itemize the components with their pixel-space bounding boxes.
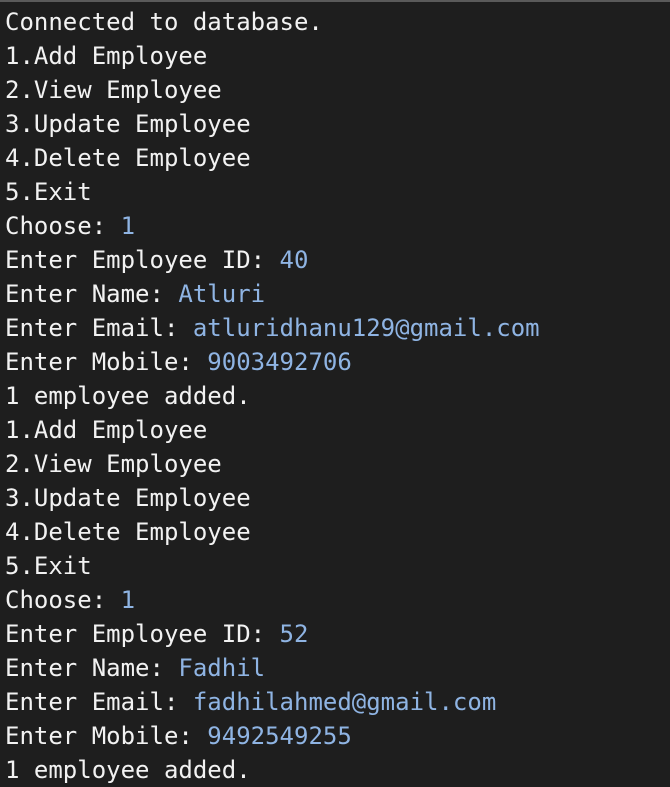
console-line: 5.Exit: [5, 175, 540, 209]
console-line: Enter Employee ID: 40: [5, 243, 540, 277]
output-text: 1 employee added.: [5, 756, 251, 784]
console-lines: Connected to database. 1.Add Employee 2.Vi…: [5, 5, 540, 787]
console-line: 5.Exit: [5, 549, 540, 583]
output-text: 5.Exit: [5, 552, 92, 580]
output-text: 2.View Employee: [5, 450, 222, 478]
output-text: Enter Name:: [5, 280, 179, 308]
output-text: 2.View Employee: [5, 76, 222, 104]
console-line: Choose: 1: [5, 583, 540, 617]
console-line: Choose: 1: [5, 209, 540, 243]
console-line: 1 employee added.: [5, 753, 540, 787]
console-line: 3.Update Employee: [5, 107, 540, 141]
console-line: Enter Name: Fadhil: [5, 651, 540, 685]
user-input-text: 1: [120, 586, 136, 614]
output-text: 5.Exit: [5, 178, 92, 206]
console-line: Enter Mobile: 9492549255: [5, 719, 540, 753]
output-text: 1.Add Employee: [5, 42, 208, 70]
console-line: 1.Add Employee: [5, 413, 540, 447]
output-text: 3.Update Employee: [5, 484, 251, 512]
user-input-text: 9492549255: [207, 722, 352, 750]
user-input-text: 1: [120, 212, 136, 240]
console-line: Enter Mobile: 9003492706: [5, 345, 540, 379]
console-line: 1 employee added.: [5, 379, 540, 413]
output-text: Enter Email:: [5, 314, 193, 342]
console-line: Enter Email: fadhilahmed@gmail.com: [5, 685, 540, 719]
console-line: Connected to database.: [5, 5, 540, 39]
console-line: 2.View Employee: [5, 73, 540, 107]
console-line: Enter Employee ID: 52: [5, 617, 540, 651]
output-text: Enter Name:: [5, 654, 179, 682]
output-text: Enter Mobile:: [5, 348, 208, 376]
output-text: Connected to database.: [5, 8, 323, 36]
terminal-output: Connected to database. 1.Add Employee 2.Vi…: [0, 0, 670, 784]
console-line: Enter Name: Atluri: [5, 277, 540, 311]
output-text: Choose:: [5, 212, 121, 240]
output-text: Enter Employee ID:: [5, 246, 280, 274]
output-text: Enter Mobile:: [5, 722, 208, 750]
user-input-text: Atluri: [178, 280, 266, 308]
user-input-text: 52: [279, 620, 309, 648]
console-line: 3.Update Employee: [5, 481, 540, 515]
output-text: 1.Add Employee: [5, 416, 208, 444]
console-line: Enter Email: atluridhanu129@gmail.com: [5, 311, 540, 345]
output-text: 1 employee added.: [5, 382, 251, 410]
output-text: Enter Email:: [5, 688, 193, 716]
output-text: 4.Delete Employee: [5, 144, 251, 172]
console-line: 4.Delete Employee: [5, 515, 540, 549]
output-text: Enter Employee ID:: [5, 620, 280, 648]
user-input-text: atluridhanu129@gmail.com: [192, 314, 540, 342]
user-input-text: Fadhil: [178, 654, 266, 682]
user-input-text: fadhilahmed@gmail.com: [192, 688, 497, 716]
user-input-text: 9003492706: [207, 348, 352, 376]
output-text: 3.Update Employee: [5, 110, 251, 138]
console-line: 4.Delete Employee: [5, 141, 540, 175]
output-text: Choose:: [5, 586, 121, 614]
console-line: 1.Add Employee: [5, 39, 540, 73]
console-line: 2.View Employee: [5, 447, 540, 481]
output-text: 4.Delete Employee: [5, 518, 251, 546]
user-input-text: 40: [279, 246, 309, 274]
